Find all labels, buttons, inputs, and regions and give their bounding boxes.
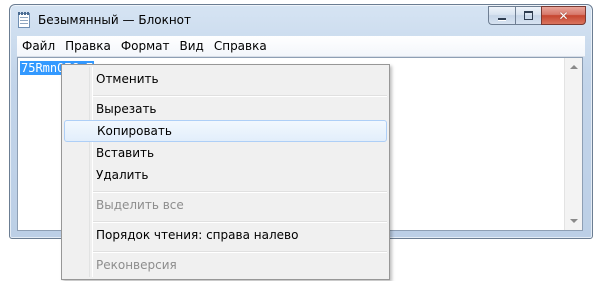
context-item-copy[interactable]: Копировать <box>64 120 387 142</box>
maximize-button[interactable] <box>515 6 541 25</box>
close-button[interactable]: ✕ <box>541 6 586 25</box>
menu-edit[interactable]: Правка <box>60 36 116 56</box>
context-item-undo[interactable]: Отменить <box>64 68 387 90</box>
context-separator <box>93 95 387 97</box>
title-bar[interactable]: Безымянный — Блокнот ✕ <box>10 5 592 35</box>
context-menu: Отменить Вырезать Копировать Вставить Уд… <box>61 64 390 280</box>
context-item-rtl-reading-order[interactable]: Порядок чтения: справа налево <box>64 224 387 246</box>
minimize-button[interactable] <box>488 6 515 25</box>
maximize-icon <box>524 11 533 20</box>
context-separator <box>93 191 387 193</box>
screen: Безымянный — Блокнот ✕ Файл Правка Форма… <box>0 0 599 281</box>
context-separator <box>93 251 387 253</box>
vertical-scrollbar[interactable] <box>564 58 582 230</box>
context-item-delete[interactable]: Удалить <box>64 164 387 186</box>
caption-buttons: ✕ <box>488 6 586 25</box>
menu-help[interactable]: Справка <box>209 36 272 56</box>
context-item-cut[interactable]: Вырезать <box>64 98 387 120</box>
minimize-icon <box>498 17 506 20</box>
close-icon: ✕ <box>558 8 569 23</box>
context-item-reconversion[interactable]: Реконверсия <box>64 254 387 276</box>
context-separator <box>93 221 387 223</box>
menu-file[interactable]: Файл <box>17 36 60 56</box>
scroll-up-icon[interactable] <box>570 65 578 69</box>
menu-bar: Файл Правка Формат Вид Справка <box>17 36 585 57</box>
menu-format[interactable]: Формат <box>116 36 175 56</box>
window-title: Безымянный — Блокнот <box>38 13 192 27</box>
notepad-icon <box>18 12 30 28</box>
context-item-select-all[interactable]: Выделить все <box>64 194 387 216</box>
scroll-down-icon[interactable] <box>570 219 578 223</box>
context-item-paste[interactable]: Вставить <box>64 142 387 164</box>
menu-view[interactable]: Вид <box>175 36 209 56</box>
